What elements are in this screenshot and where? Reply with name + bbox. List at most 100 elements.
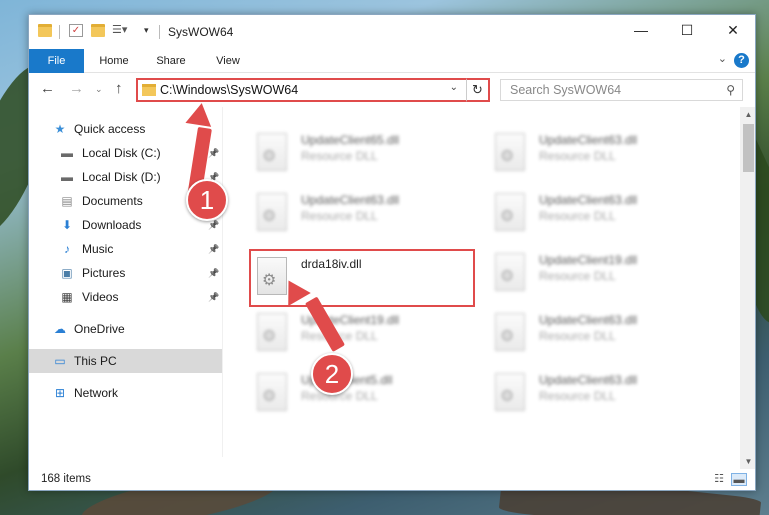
scroll-down-icon[interactable]: ▼ xyxy=(740,457,755,466)
refresh-button[interactable]: ↻ xyxy=(466,78,490,102)
sidebar-item-label: Network xyxy=(74,386,119,400)
file-item[interactable]: ⚙ UpdateClient65.dll Resource DLL xyxy=(251,127,471,179)
file-type: Resource DLL xyxy=(539,149,616,163)
star-icon: ★ xyxy=(54,122,66,136)
file-name: UpdateClient19.dll xyxy=(539,253,638,267)
vertical-scrollbar[interactable]: ▲ ▼ xyxy=(740,107,755,469)
dll-file-icon: ⚙ xyxy=(495,373,525,411)
video-icon: ▦ xyxy=(61,290,73,304)
forward-arrow-icon[interactable]: → xyxy=(69,80,84,97)
file-item[interactable]: ⚙ UpdateClient63.dll Resource DLL xyxy=(489,367,709,419)
sidebar-item[interactable]: ♪ Music 📌 xyxy=(29,237,223,261)
tab-home[interactable]: Home xyxy=(87,49,141,73)
dll-file-icon: ⚙ xyxy=(495,133,525,171)
file-name: UpdateClient63.dll xyxy=(539,133,638,147)
step-badge-2: 2 xyxy=(311,353,353,395)
pin-icon[interactable]: 📌 xyxy=(208,141,219,165)
file-type: Resource DLL xyxy=(301,209,378,223)
large-icons-view-icon[interactable]: ▬ xyxy=(731,473,747,486)
file-type: Resource DLL xyxy=(539,209,616,223)
file-item[interactable]: ⚙ UpdateClient63.dll Resource DLL xyxy=(251,187,471,239)
folder-icon xyxy=(38,24,52,37)
file-item[interactable]: ⚙ UpdateClient19.dll Resource DLL xyxy=(489,247,709,299)
picture-icon: ▣ xyxy=(61,266,73,280)
gear-icon: ⚙ xyxy=(500,268,515,285)
scroll-up-icon[interactable]: ▲ xyxy=(740,110,755,119)
search-icon[interactable]: ⚲ xyxy=(726,83,735,97)
help-icon[interactable]: ? xyxy=(734,53,749,68)
file-name: UpdateClient63.dll xyxy=(539,313,638,327)
minimize-button[interactable]: — xyxy=(618,15,664,45)
expand-ribbon-icon[interactable]: ⌄ xyxy=(718,52,727,65)
up-arrow-icon[interactable]: ↑ xyxy=(115,80,123,97)
search-input[interactable]: Search SysWOW64 ⚲ xyxy=(500,79,743,101)
dll-file-icon: ⚙ xyxy=(495,253,525,291)
pin-icon[interactable]: 📌 xyxy=(208,237,219,261)
file-item[interactable]: ⚙UpdateClient19.dllResource DLL xyxy=(251,307,471,359)
sidebar-item[interactable]: ▦ Videos 📌 xyxy=(29,285,223,309)
scroll-thumb[interactable] xyxy=(743,124,754,172)
navigation-bar: ← → ⌄ ↑ C:\Windows\SysWOW64 ⌄ ↻ Search S… xyxy=(29,73,755,107)
file-item[interactable]: ⚙ UpdateClient63.dll Resource DLL xyxy=(489,187,709,239)
properties-icon[interactable]: ✓ xyxy=(69,24,83,37)
file-item[interactable]: ⚙ UpdateClient63.dll Resource DLL xyxy=(489,307,709,359)
sidebar-item-label: Quick access xyxy=(74,122,146,136)
sidebar-item-label: Downloads xyxy=(82,218,142,232)
file-type: Resource DLL xyxy=(539,389,616,403)
folder-icon xyxy=(142,84,156,96)
customize-toolbar-icon[interactable]: ☰▾ xyxy=(112,24,127,37)
file-type: Resource DLL xyxy=(539,269,616,283)
dll-file-icon: ⚙ xyxy=(257,373,287,411)
details-view-icon[interactable]: ☷ xyxy=(711,473,727,486)
pin-icon[interactable]: 📌 xyxy=(208,261,219,285)
file-name: UpdateClient63.dll xyxy=(301,193,400,207)
sidebar-item-label: Music xyxy=(82,242,114,256)
pin-icon[interactable]: 📌 xyxy=(208,285,219,309)
sidebar-item[interactable]: ▣ Pictures 📌 xyxy=(29,261,223,285)
gear-icon: ⚙ xyxy=(262,208,277,225)
sidebar-item-label: This PC xyxy=(74,354,117,368)
recent-locations-icon[interactable]: ⌄ xyxy=(95,84,103,95)
dll-file-icon: ⚙ xyxy=(257,313,287,351)
tab-file[interactable]: File xyxy=(29,49,84,73)
file-item[interactable]: ⚙ UpdateClient63.dll Resource DLL xyxy=(489,127,709,179)
sidebar-item-label: OneDrive xyxy=(74,322,125,336)
tab-view[interactable]: View xyxy=(201,49,255,73)
file-type: Resource DLL xyxy=(539,329,616,343)
sidebar-item[interactable]: ▭ This PC xyxy=(29,349,223,373)
sidebar-item[interactable]: ☁ OneDrive xyxy=(29,317,223,341)
sidebar-item-label: Videos xyxy=(82,290,119,304)
tab-share[interactable]: Share xyxy=(144,49,198,73)
gear-icon: ⚙ xyxy=(500,328,515,345)
address-path[interactable]: C:\Windows\SysWOW64 xyxy=(160,83,298,97)
dll-file-icon: ⚙ xyxy=(495,313,525,351)
title-bar: ✓ ☰▾ ▾ SysWOW64 — ☐ ✕ xyxy=(29,15,755,49)
new-folder-icon[interactable] xyxy=(91,24,105,37)
ribbon-tabs: File Home Share View ⌄ ? xyxy=(29,49,755,73)
file-type: Resource DLL xyxy=(301,149,378,163)
gear-icon: ⚙ xyxy=(262,388,277,405)
file-name: drda18iv.dll xyxy=(301,257,362,271)
gear-icon: ⚙ xyxy=(500,148,515,165)
divider xyxy=(159,25,160,39)
close-button[interactable]: ✕ xyxy=(710,15,755,45)
window-title: SysWOW64 xyxy=(168,25,234,39)
dll-file-icon: ⚙ xyxy=(495,193,525,231)
sidebar-item[interactable]: ⊞ Network xyxy=(29,381,223,405)
address-bar[interactable]: C:\Windows\SysWOW64 ⌄ xyxy=(136,78,490,102)
drive-icon: ▬ xyxy=(61,146,73,160)
explorer-window: ✓ ☰▾ ▾ SysWOW64 — ☐ ✕ File Home Share Vi… xyxy=(28,14,756,491)
quick-access-dropdown-icon[interactable]: ▾ xyxy=(144,24,158,37)
file-name: UpdateClient63.dll xyxy=(539,373,638,387)
step-badge-1: 1 xyxy=(186,179,228,221)
sidebar-item-label: Documents xyxy=(82,194,143,208)
maximize-button[interactable]: ☐ xyxy=(664,15,710,45)
sidebar-item-label: Pictures xyxy=(82,266,126,280)
gear-icon: ⚙ xyxy=(262,328,277,345)
cloud-icon: ☁ xyxy=(54,322,66,336)
network-icon: ⊞ xyxy=(54,386,66,400)
chevron-down-icon[interactable]: ⌄ xyxy=(450,82,458,93)
file-item[interactable]: ⚙UpdateClient5.dllResource DLL xyxy=(251,367,471,419)
back-arrow-icon[interactable]: ← xyxy=(40,80,55,97)
download-icon: ⬇ xyxy=(61,218,73,232)
